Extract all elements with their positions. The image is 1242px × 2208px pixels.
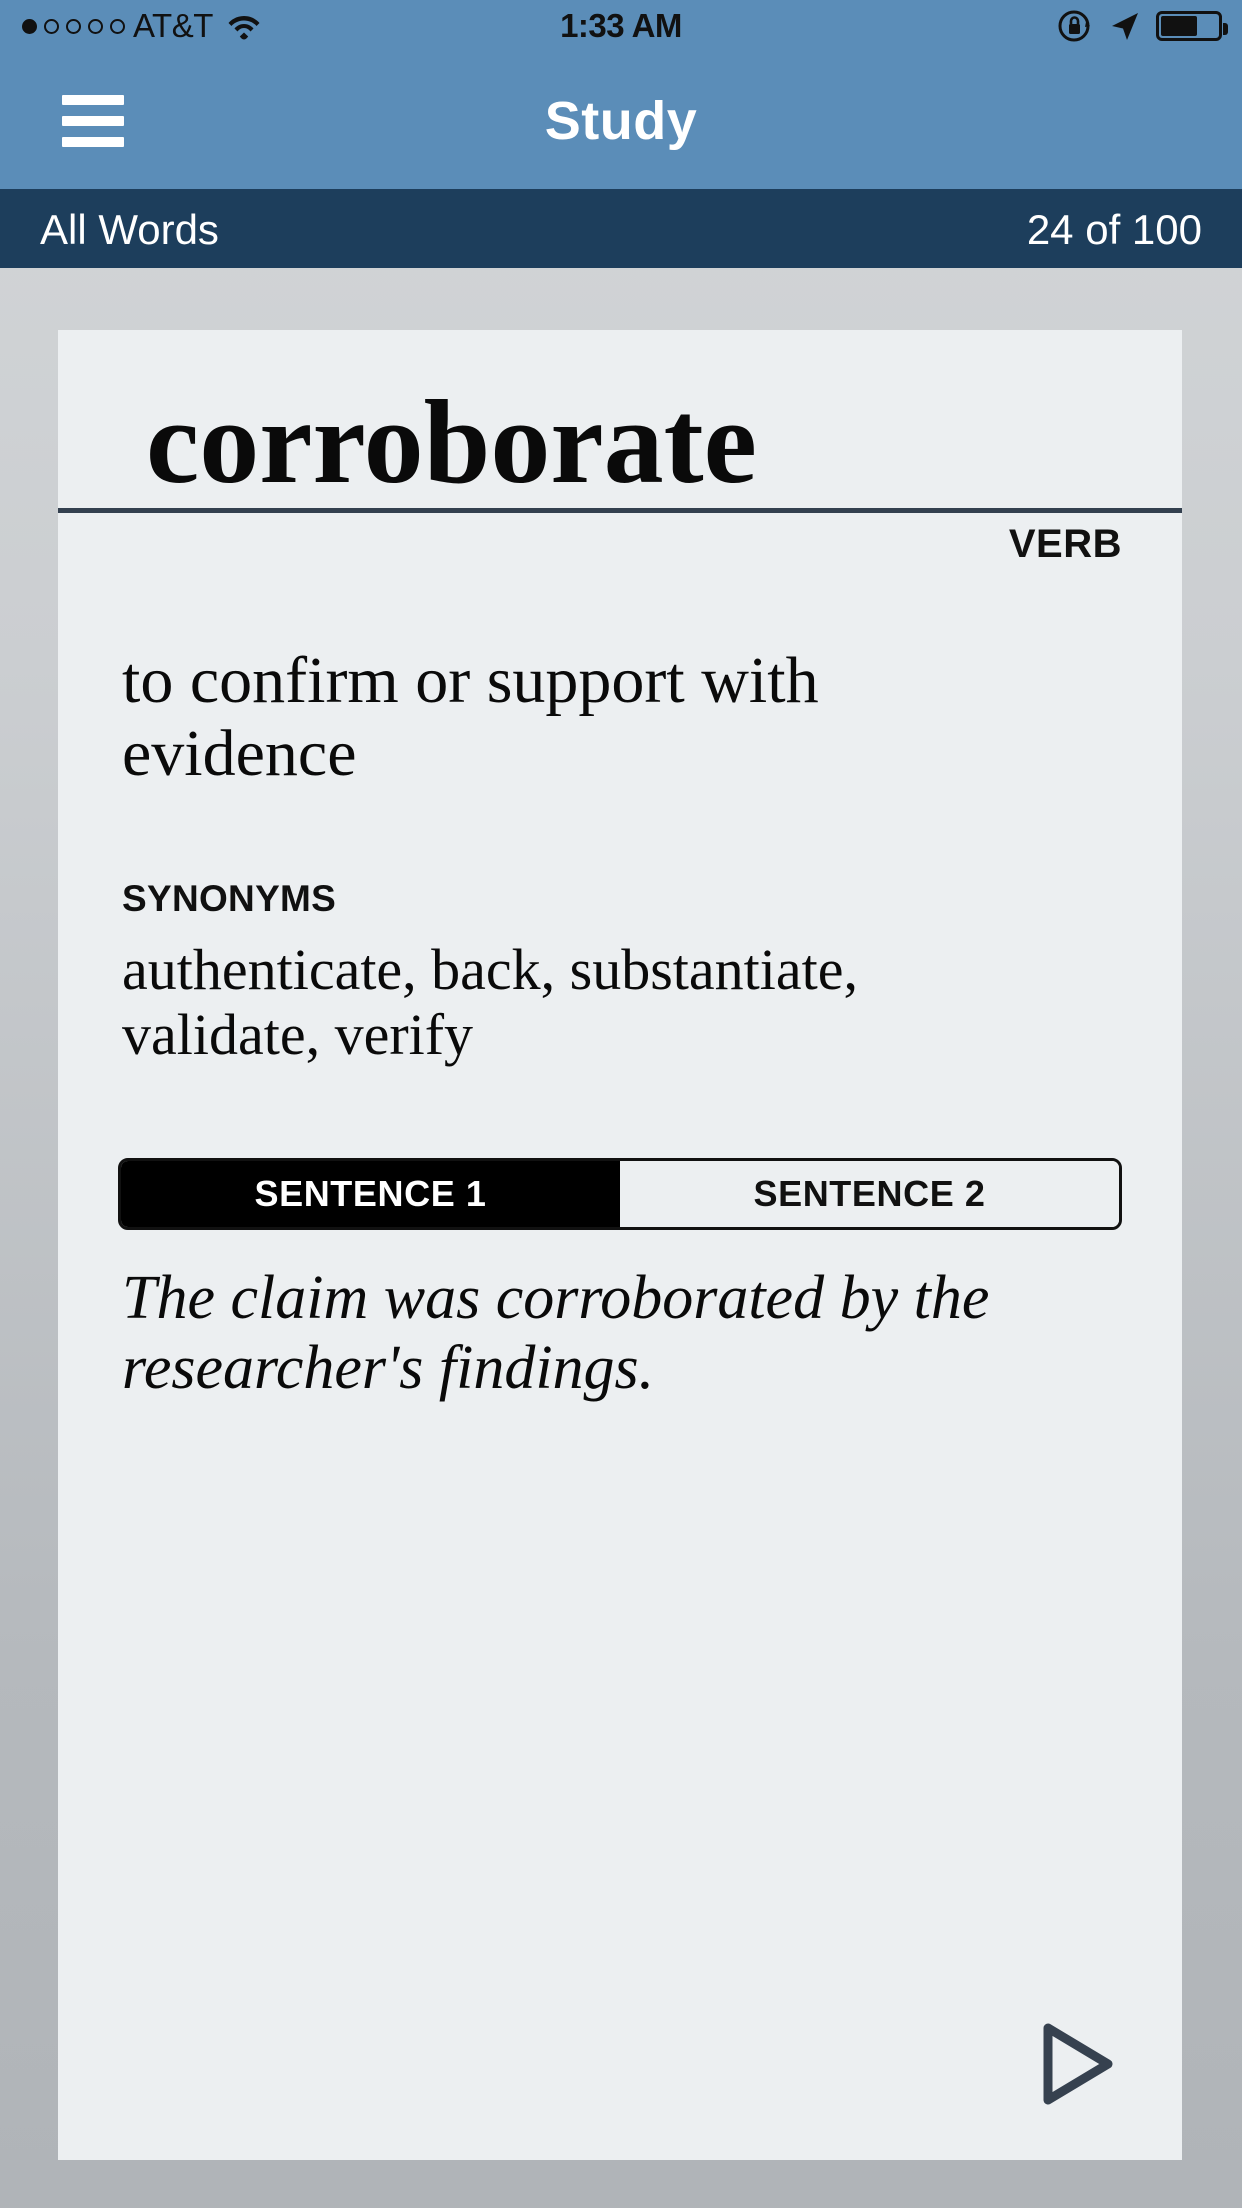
navigation-bar: Study xyxy=(0,52,1242,192)
battery-icon xyxy=(1156,11,1228,41)
status-bar: AT&T 1:33 AM xyxy=(0,0,1242,52)
hamburger-menu-icon[interactable] xyxy=(62,94,124,147)
word-definition: to confirm or support with evidence xyxy=(122,644,819,790)
word-card: corroborate VERB to confirm or support w… xyxy=(58,330,1182,2160)
location-arrow-icon xyxy=(1112,13,1138,40)
tab-sentence-1[interactable]: SENTENCE 1 xyxy=(121,1161,620,1228)
app-screen: AT&T 1:33 AM Study All Words 24 of 100 c… xyxy=(0,0,1242,2208)
page-title: Study xyxy=(544,90,698,151)
word-divider xyxy=(58,508,1182,513)
word-heading-row: corroborate xyxy=(58,330,1182,513)
word-list-name[interactable]: All Words xyxy=(40,206,219,254)
part-of-speech-label: VERB xyxy=(1008,522,1122,566)
tab-sentence-2[interactable]: SENTENCE 2 xyxy=(620,1161,1119,1228)
synonyms-label: SYNONYMS xyxy=(122,878,337,920)
sentence-tab-group: SENTENCE 1 SENTENCE 2 xyxy=(118,1158,1122,1231)
word-list-header: All Words 24 of 100 xyxy=(0,192,1242,268)
synonyms-list: authenticate, back, substantiate, valida… xyxy=(122,937,858,1068)
rotation-lock-icon xyxy=(1058,10,1090,42)
progress-counter: 24 of 100 xyxy=(1026,206,1202,253)
play-triangle-next-icon[interactable] xyxy=(1026,2016,1122,2112)
example-sentence: The claim was corroborated by the resear… xyxy=(122,1264,990,1402)
vocabulary-word: corroborate xyxy=(146,375,757,508)
status-bar-right xyxy=(1056,0,1228,52)
